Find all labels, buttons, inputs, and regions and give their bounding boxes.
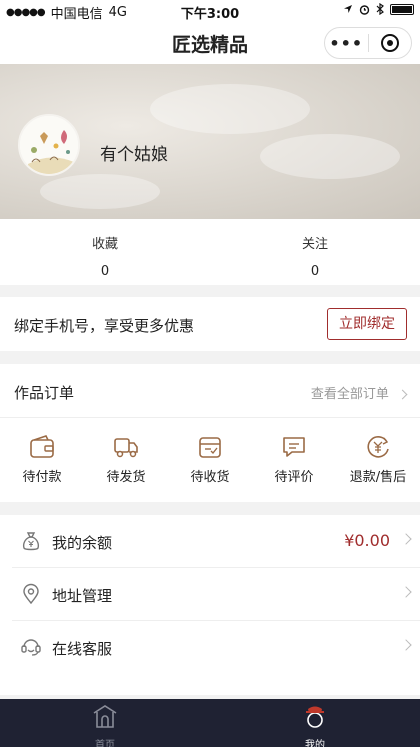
order-pending-review[interactable]: 待评价 — [252, 418, 336, 502]
more-dots-icon[interactable]: ••• — [325, 34, 368, 53]
close-button[interactable] — [368, 34, 411, 52]
stat-favorites[interactable]: 收藏 0 — [0, 219, 210, 285]
chevron-right-icon — [400, 639, 412, 651]
cloud-decoration — [40, 174, 160, 209]
avatar[interactable] — [18, 114, 80, 176]
truck-icon — [114, 438, 138, 458]
order-pending-payment[interactable]: 待付款 — [0, 418, 84, 502]
order-item-label: 待收货 — [190, 470, 230, 485]
box-icon — [199, 437, 221, 458]
order-item-label: 待发货 — [106, 470, 146, 485]
service-icon — [21, 639, 41, 656]
target-icon — [380, 34, 399, 52]
order-status-row: 待付款 待发货 待收货 待评价 退款/售后 — [0, 418, 420, 502]
orders-section: 作品订单 查看全部订单 待付款 待发货 待收货 待评价 退款/售后 — [0, 364, 420, 502]
stat-value: 0 — [100, 264, 110, 279]
menu-item-label: 在线客服 — [52, 640, 113, 658]
view-all-orders-link[interactable]: 查看全部订单 — [310, 383, 408, 402]
bluetooth-icon — [376, 3, 384, 15]
stat-label: 关注 — [301, 237, 328, 252]
bind-phone-section: 绑定手机号，享受更多优惠 立即绑定 — [0, 297, 420, 351]
comment-icon — [283, 437, 305, 457]
order-refund[interactable]: 退款/售后 — [336, 418, 420, 502]
cloud-decoration — [150, 84, 310, 134]
order-pending-shipment[interactable]: 待发货 — [84, 418, 168, 502]
orders-title: 作品订单 — [14, 384, 75, 402]
battery-icon — [390, 3, 414, 15]
stat-value: 0 — [310, 264, 320, 279]
menu-item-label: 我的余额 — [52, 534, 113, 552]
alarm-icon — [359, 4, 370, 15]
menu-item-balance[interactable]: 我的余额 ¥0.00 — [12, 515, 420, 568]
order-item-label: 待付款 — [22, 470, 62, 485]
wallet-icon — [30, 435, 54, 458]
nav-bar: 匠选精品 ••• — [0, 22, 420, 64]
order-item-label: 退款/售后 — [349, 470, 407, 485]
avatar-image — [20, 116, 78, 174]
home-icon — [93, 705, 117, 728]
order-item-label: 待评价 — [274, 470, 314, 485]
tab-mine[interactable]: 我的 — [210, 699, 420, 747]
tab-bar: 首页 我的 — [0, 699, 420, 747]
stat-label: 收藏 — [91, 237, 118, 252]
menu-item-address[interactable]: 地址管理 — [12, 568, 420, 621]
location-icon — [23, 583, 39, 605]
balance-value: ¥0.00 — [344, 531, 390, 550]
bind-phone-button[interactable]: 立即绑定 — [327, 308, 407, 340]
bind-phone-text: 绑定手机号，享受更多优惠 — [14, 317, 195, 335]
profile-icon — [306, 706, 324, 728]
chevron-right-icon — [400, 586, 412, 598]
tab-label: 我的 — [305, 740, 325, 747]
stat-following[interactable]: 关注 0 — [210, 219, 420, 285]
chevron-right-icon — [400, 533, 412, 545]
tab-label: 首页 — [95, 740, 115, 747]
view-all-orders-label: 查看全部订单 — [310, 387, 389, 402]
menu-list: 我的余额 ¥0.00 地址管理 在线客服 — [0, 515, 420, 695]
orders-header: 作品订单 查看全部订单 — [0, 364, 420, 418]
order-pending-receipt[interactable]: 待收货 — [168, 418, 252, 502]
tab-home[interactable]: 首页 — [0, 699, 210, 747]
cloud-decoration — [260, 134, 400, 179]
chevron-right-icon — [397, 389, 408, 400]
mini-program-capsule: ••• — [324, 27, 412, 59]
menu-item-service[interactable]: 在线客服 — [12, 621, 420, 674]
money-bag-icon — [22, 532, 40, 551]
profile-banner: 有个姑娘 — [0, 64, 420, 219]
menu-item-label: 地址管理 — [52, 587, 113, 605]
stats-section: 收藏 0 关注 0 — [0, 219, 420, 285]
location-arrow-icon — [344, 5, 352, 13]
username: 有个姑娘 — [100, 145, 168, 165]
status-bar: ●●●●● 中国电信 4G 下午3:00 — [0, 0, 420, 22]
refund-icon — [367, 436, 389, 458]
